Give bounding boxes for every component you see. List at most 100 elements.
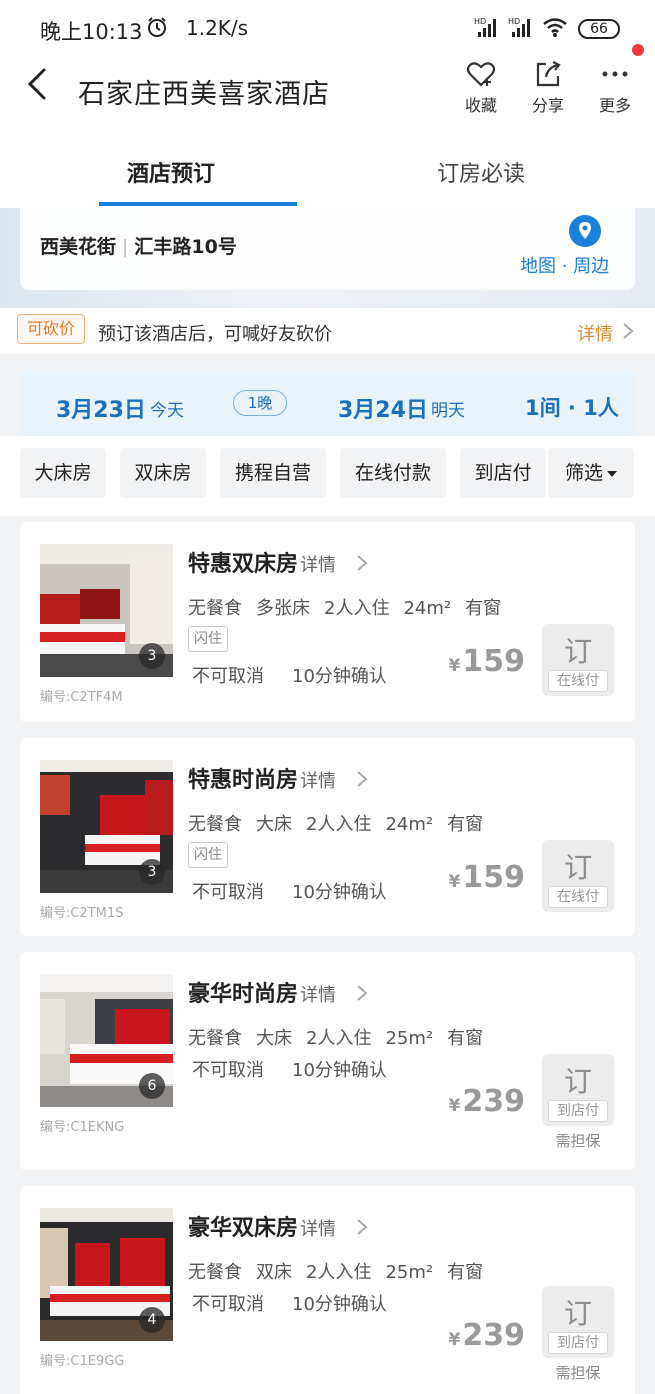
room-detail-link[interactable]: 详情 <box>300 1219 336 1240</box>
room-name[interactable]: 特惠双床房 详情 <box>188 546 336 578</box>
address-text: 西美花街 | 汇丰路10号 <box>40 236 237 258</box>
book-label: 订 <box>563 1065 592 1098</box>
back-icon[interactable] <box>24 66 54 102</box>
chevron-right-icon <box>357 985 368 1001</box>
price-value: 159 <box>462 860 525 895</box>
cancel-policy: 不可取消 <box>192 666 264 687</box>
book-button[interactable]: 订 到店付 <box>542 1286 614 1358</box>
occupancy-info: 2人入住 <box>324 598 390 619</box>
more-button[interactable]: 更多 <box>587 58 643 116</box>
photo-count: 3 <box>139 643 165 669</box>
room-code: 编号:C2TF4M <box>40 690 123 705</box>
room-photo[interactable]: 3 <box>40 544 173 677</box>
filter-online-payment[interactable]: 在线付款 <box>340 448 446 498</box>
filter-twin-bed[interactable]: 双床房 <box>120 448 206 498</box>
currency-symbol: ¥ <box>448 1330 461 1350</box>
tab-active-indicator <box>99 202 297 206</box>
notification-dot <box>632 44 644 56</box>
window-info: 有窗 <box>447 814 484 835</box>
currency-symbol: ¥ <box>448 1096 461 1116</box>
filter-more-label: 筛选 <box>564 462 603 484</box>
bargain-text: 预订该酒店后，可喊好友砍价 <box>98 324 332 345</box>
room-detail-link[interactable]: 详情 <box>300 985 336 1006</box>
network-speed: 1.2K/s <box>186 16 249 40</box>
filter-ctrip-operated[interactable]: 携程自营 <box>220 448 326 498</box>
currency-symbol: ¥ <box>448 872 461 892</box>
guarantee-note: 需担保 <box>555 1364 601 1382</box>
header: 石家庄西美喜家酒店 收藏 分享 更多 <box>0 56 655 126</box>
room-detail-link[interactable]: 详情 <box>300 771 336 792</box>
map-nearby-link[interactable]: 地图 · 周边 <box>520 252 609 278</box>
chevron-right-icon <box>357 771 368 787</box>
address-street: 西美花街 <box>40 236 117 258</box>
room-features: 无餐食 大床 2人入住 25m² 有窗 <box>188 1024 497 1050</box>
room-policy: 不可取消 10分钟确认 <box>192 662 415 688</box>
area-info: 24m² <box>403 598 452 619</box>
share-label: 分享 <box>531 96 564 115</box>
bed-info: 多张床 <box>256 598 310 619</box>
bargain-detail-link[interactable]: 详情 <box>577 320 613 346</box>
area-info: 25m² <box>385 1262 434 1283</box>
room-code: 编号:C1EKNG <box>40 1120 125 1135</box>
bargain-tag: 可砍价 <box>17 314 85 344</box>
svg-text:HD: HD <box>508 17 520 26</box>
photo-count: 4 <box>139 1307 165 1333</box>
room-detail-link[interactable]: 详情 <box>300 555 336 576</box>
room-card[interactable]: 6 编号:C1EKNG 豪华时尚房 详情 无餐食 大床 2人入住 25m² 有窗 不可取消… <box>20 952 635 1170</box>
favorite-button[interactable]: 收藏 <box>453 58 509 116</box>
checkout-label: 明天 <box>431 401 465 421</box>
filter-pay-at-hotel[interactable]: 到店付 <box>460 448 546 498</box>
share-button[interactable]: 分享 <box>520 58 576 116</box>
room-card[interactable]: 4 编号:C1E9GG 豪华双床房 详情 无餐食 双床 2人入住 25m² 有窗 不可取消… <box>20 1186 635 1394</box>
room-name[interactable]: 豪华时尚房 详情 <box>188 976 336 1008</box>
caret-down-icon <box>607 470 617 477</box>
rooms-guests[interactable]: 1间 · 1人 <box>525 392 619 422</box>
room-policy: 不可取消 10分钟确认 <box>192 1056 415 1082</box>
room-photo[interactable]: 6 <box>40 974 173 1107</box>
occupancy-info: 2人入住 <box>306 814 372 835</box>
tab-booking-notes[interactable]: 订房必读 <box>437 156 525 188</box>
address-card[interactable]: 西美花街 | 汇丰路10号 地图 · 周边 <box>20 208 635 290</box>
room-name-text: 特惠双床房 <box>188 552 299 577</box>
meal-info: 无餐食 <box>188 814 242 835</box>
filter-king-bed[interactable]: 大床房 <box>20 448 106 498</box>
chevron-right-icon <box>357 555 368 571</box>
chevron-right-icon <box>357 1219 368 1235</box>
chevron-right-icon <box>623 323 634 339</box>
signal-hd-icon: HD <box>508 17 530 37</box>
status-time: 晚上10:13 <box>40 20 143 44</box>
occupancy-info: 2人入住 <box>306 1028 372 1049</box>
window-info: 有窗 <box>447 1262 484 1283</box>
room-features: 无餐食 多张床 2人入住 24m² 有窗 <box>188 594 515 620</box>
room-features: 无餐食 大床 2人入住 24m² 有窗 <box>188 810 497 836</box>
alarm-icon <box>148 17 166 37</box>
book-button[interactable]: 订 到店付 <box>542 1054 614 1126</box>
checkout-date: 3月24日 <box>338 398 428 423</box>
tab-hotel-booking[interactable]: 酒店预订 <box>127 156 215 188</box>
filter-more-button[interactable]: 筛选 <box>548 448 634 498</box>
window-info: 有窗 <box>465 598 502 619</box>
room-photo[interactable]: 3 <box>40 760 173 893</box>
area-info: 24m² <box>385 814 434 835</box>
book-button[interactable]: 订 在线付 <box>542 840 614 912</box>
book-label: 订 <box>563 1297 592 1330</box>
flash-stay-tag: 闪住 <box>188 626 228 652</box>
room-photo[interactable]: 4 <box>40 1208 173 1341</box>
confirm-time: 10分钟确认 <box>292 666 387 687</box>
room-name-text: 豪华时尚房 <box>188 982 299 1007</box>
map-pin-icon[interactable] <box>568 214 602 248</box>
room-name[interactable]: 特惠时尚房 详情 <box>188 762 336 794</box>
room-card[interactable]: 3 编号:C2TF4M 特惠双床房 详情 无餐食 多张床 2人入住 24m² 有窗 闪住 … <box>20 522 635 722</box>
room-card[interactable]: 3 编号:C2TM1S 特惠时尚房 详情 无餐食 大床 2人入住 24m² 有窗 闪住 不… <box>20 738 635 936</box>
date-selector[interactable]: 3月23日 今天 1晚 3月24日 明天 1间 · 1人 <box>20 370 635 436</box>
room-name[interactable]: 豪华双床房 详情 <box>188 1210 336 1242</box>
bed-info: 双床 <box>256 1262 292 1283</box>
status-bar: 晚上10:13 1.2K/s HD HD 66 <box>0 0 655 56</box>
bargain-bar[interactable]: 可砍价 预订该酒店后，可喊好友砍价 详情 <box>0 308 655 354</box>
photo-count: 6 <box>139 1073 165 1099</box>
currency-symbol: ¥ <box>448 656 461 676</box>
photo-count: 3 <box>139 859 165 885</box>
cancel-policy: 不可取消 <box>192 1294 264 1315</box>
svg-text:HD: HD <box>474 17 486 26</box>
book-button[interactable]: 订 在线付 <box>542 624 614 696</box>
